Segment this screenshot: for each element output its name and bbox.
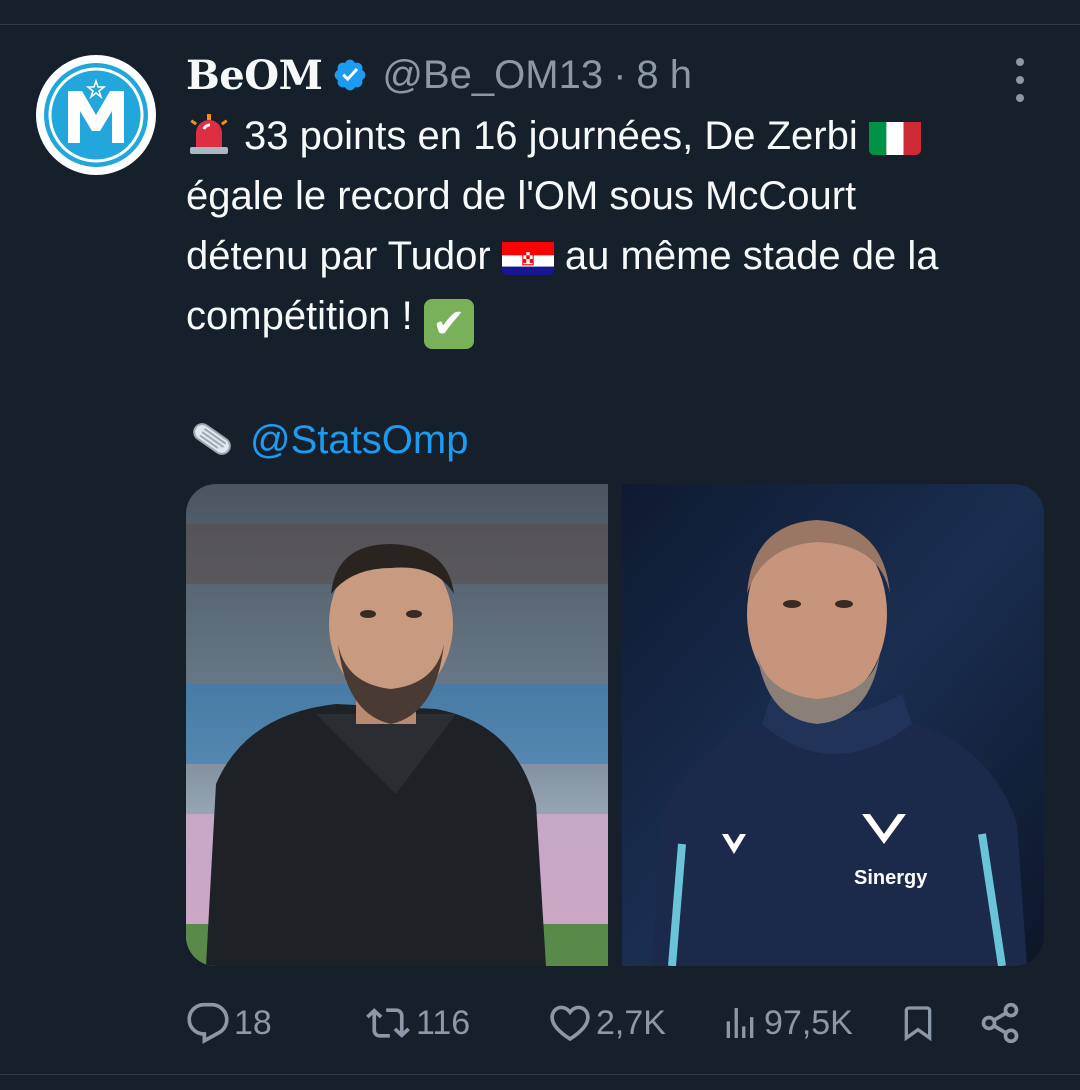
tweet-line-1: 33 points en 16 journées, De Zerbi xyxy=(186,106,1056,166)
reply-count: 18 xyxy=(234,1003,272,1042)
italy-flag-icon xyxy=(868,117,921,155)
reply-icon xyxy=(186,1001,230,1045)
share-button[interactable] xyxy=(978,995,1022,1051)
top-divider xyxy=(0,0,1080,25)
views-count: 97,5K xyxy=(764,1003,853,1042)
tweet-line-3b-text: au même stade de la xyxy=(564,234,939,278)
views-button[interactable]: 97,5K xyxy=(720,995,853,1051)
coach-photo-right[interactable]: Sinergy xyxy=(622,484,1044,966)
bookmark-icon xyxy=(898,999,938,1047)
bottom-divider xyxy=(0,1074,1080,1075)
tweet-header: BeOM @Be_OM13 · 8 h xyxy=(186,50,692,100)
media-grid: Sinergy xyxy=(186,484,1044,966)
retweet-button[interactable]: 116 xyxy=(364,995,470,1051)
avatar[interactable] xyxy=(36,55,156,175)
tweet-line-4-text: compétition ! xyxy=(186,294,413,338)
tweet-line-4: compétition ! ✔ xyxy=(186,286,1056,349)
like-button[interactable]: 2,7K xyxy=(548,995,666,1051)
mention-link[interactable]: @StatsOmp xyxy=(250,418,468,462)
bookmark-button[interactable] xyxy=(898,995,938,1051)
retweet-icon xyxy=(364,1001,412,1045)
tweet-line-2: égale le record de l'OM sous McCourt xyxy=(186,174,857,218)
handle[interactable]: @Be_OM13 xyxy=(382,53,603,98)
more-options-icon[interactable] xyxy=(1006,58,1034,102)
coach-photo-left[interactable] xyxy=(186,484,608,966)
reply-button[interactable]: 18 xyxy=(186,995,272,1051)
rotating-light-icon xyxy=(186,112,232,154)
svg-text:Sinergy: Sinergy xyxy=(854,867,928,889)
tweet-line-1-text: 33 points en 16 journées, De Zerbi xyxy=(244,114,858,158)
tweet-line-3a-text: détenu par Tudor xyxy=(186,234,491,278)
tweet-text: 33 points en 16 journées, De Zerbi égale… xyxy=(186,106,1056,349)
display-name[interactable]: BeOM xyxy=(186,52,323,99)
separator-dot: · xyxy=(613,52,627,97)
share-icon xyxy=(978,1001,1022,1045)
tweet-line-3: détenu par Tudor au même stade de la xyxy=(186,226,1056,286)
action-bar: 18 116 2,7K 97,5K xyxy=(186,995,1044,1051)
views-icon xyxy=(720,1001,760,1045)
verified-badge-icon xyxy=(332,57,368,93)
source-line: @StatsOmp xyxy=(186,410,468,470)
like-count: 2,7K xyxy=(596,1003,666,1042)
newspaper-icon xyxy=(186,417,238,461)
timestamp[interactable]: 8 h xyxy=(636,53,692,98)
croatia-flag-icon xyxy=(501,237,554,275)
om-logo-icon xyxy=(44,63,148,167)
check-mark-icon: ✔ xyxy=(423,299,474,349)
retweet-count: 116 xyxy=(416,1003,471,1042)
heart-icon xyxy=(548,1001,592,1045)
